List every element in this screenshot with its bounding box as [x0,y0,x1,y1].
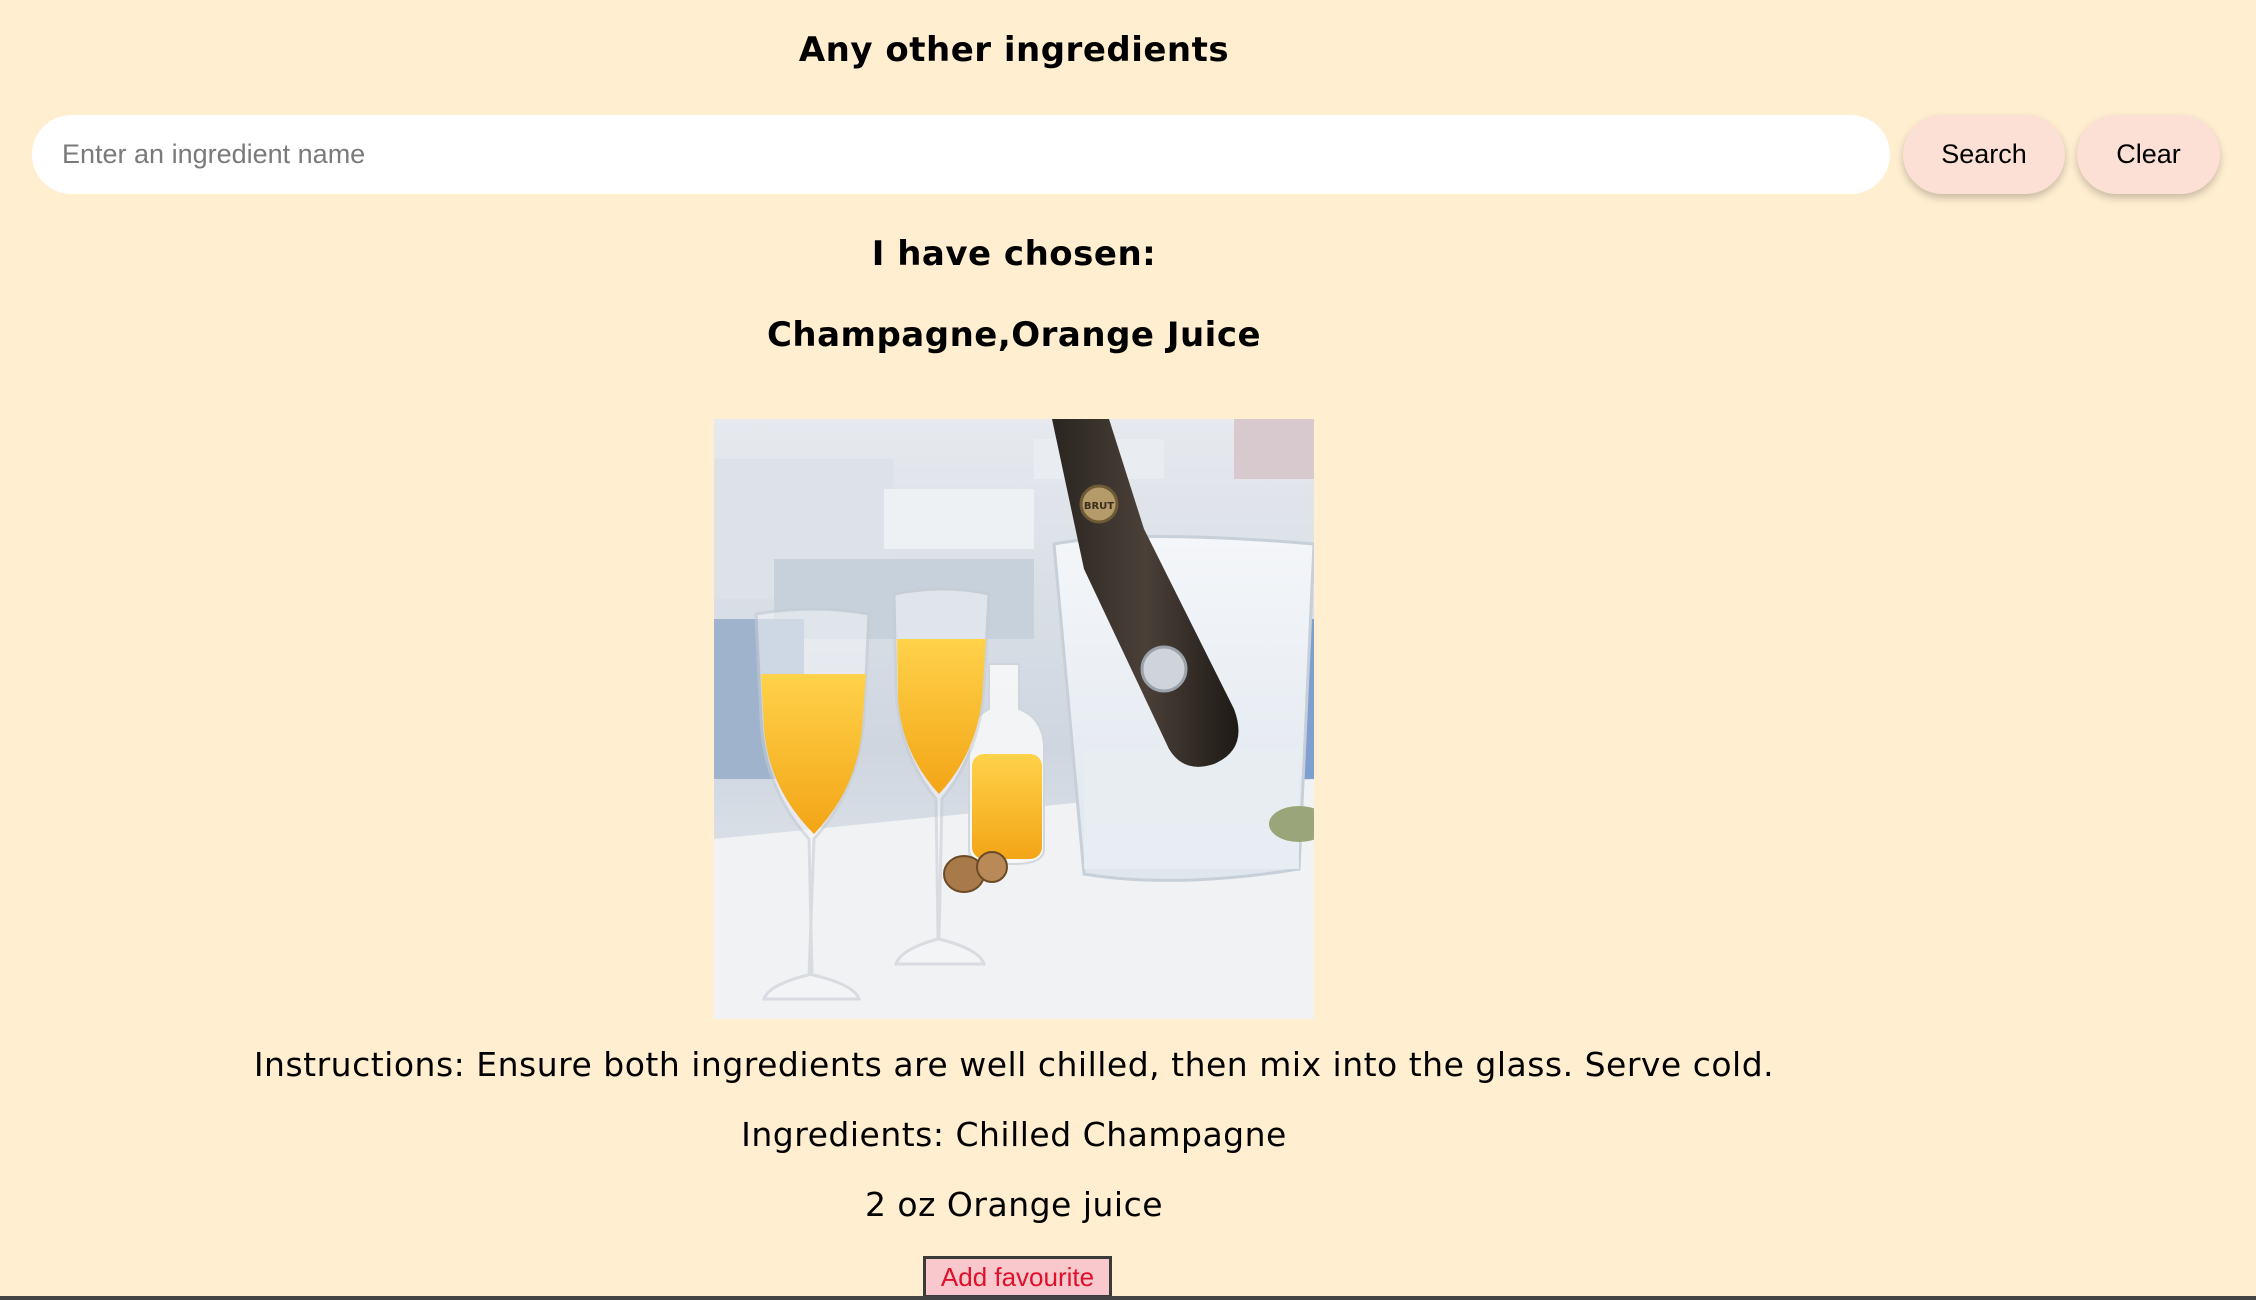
bottom-divider [0,1296,2256,1300]
chosen-ingredients: Champagne,Orange Juice [766,315,1262,355]
chosen-label: I have chosen: [871,234,1157,274]
add-favourite-button[interactable]: Add favourite [923,1256,1112,1298]
ingredient-search-input[interactable] [32,115,1890,194]
clear-button[interactable]: Clear [2077,115,2220,194]
cocktail-image: BRUT [714,419,1314,1019]
recipe-instructions: Instructions: Ensure both ingredients ar… [253,1045,1775,1084]
page: Any other ingredients Search Clear I hav… [0,0,2256,1300]
recipe-ingredient-line: 2 oz Orange juice [864,1185,1164,1224]
bottle-label: BRUT [1084,501,1114,512]
recipe-ingredient-line: Ingredients: Chilled Champagne [741,1115,1287,1154]
search-button[interactable]: Search [1903,115,2065,194]
page-title: Any other ingredients [798,30,1230,70]
